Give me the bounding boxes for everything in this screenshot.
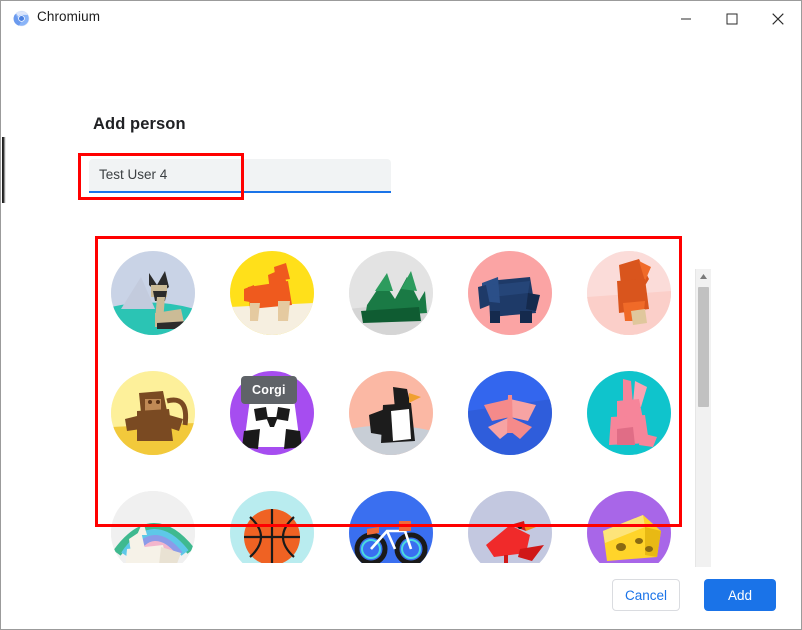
input-focus-underline: [89, 191, 391, 193]
page-title: Add person: [93, 115, 186, 133]
avatar-image-corgi: [229, 251, 314, 335]
avatar-option[interactable]: [212, 353, 331, 473]
person-name-value: Test User 4: [99, 167, 168, 182]
avatar-option[interactable]: [451, 353, 570, 473]
avatar-option[interactable]: [451, 473, 570, 563]
close-icon: [772, 12, 784, 25]
person-name-input[interactable]: Test User 4: [89, 159, 391, 191]
avatar-image-monkey: [110, 371, 195, 455]
chromium-window: Chromium Add person Test User 4 Corgi Ca…: [0, 0, 802, 630]
avatar-image-bird: [468, 491, 553, 563]
maximize-button[interactable]: [709, 1, 755, 36]
avatar-image-dragon: [348, 251, 433, 335]
minimize-button[interactable]: [663, 1, 709, 36]
avatar-grid-viewport[interactable]: [93, 233, 689, 563]
avatar-image-fox: [587, 251, 672, 335]
avatar-image-unicorn: [110, 491, 195, 563]
avatar-option[interactable]: [331, 233, 450, 353]
avatar-option[interactable]: [451, 233, 570, 353]
cancel-button[interactable]: Cancel: [612, 579, 680, 611]
chromium-logo-icon: [13, 10, 30, 27]
avatar-image-penguin: [348, 371, 433, 455]
avatar-option[interactable]: [212, 233, 331, 353]
avatar-option[interactable]: [212, 473, 331, 563]
avatar-option[interactable]: [93, 353, 212, 473]
avatar-option[interactable]: [93, 233, 212, 353]
avatar-image-bicycle: [348, 491, 433, 563]
add-button[interactable]: Add: [704, 579, 776, 611]
avatar-option[interactable]: [331, 473, 450, 563]
avatar-image-basketball: [229, 491, 314, 563]
window-edge-artifact: [2, 137, 6, 203]
avatar-option[interactable]: [93, 473, 212, 563]
scroll-up-arrow-icon[interactable]: [696, 269, 711, 284]
avatar-image-rabbit: [587, 371, 672, 455]
title-bar: Chromium: [1, 1, 801, 38]
window-title: Chromium: [37, 9, 101, 24]
add-person-dialog: Add person Test User 4 Corgi Cancel Add: [1, 37, 801, 629]
avatar-image-cat: [110, 251, 195, 335]
avatar-option[interactable]: [331, 353, 450, 473]
avatar-option[interactable]: [570, 473, 689, 563]
dialog-footer: Cancel Add: [1, 567, 801, 629]
avatar-image-butterfly: [468, 371, 553, 455]
scrollbar-thumb[interactable]: [698, 287, 709, 407]
close-button[interactable]: [755, 1, 801, 36]
avatar-grid: [93, 233, 689, 563]
avatar-tooltip: Corgi: [241, 376, 297, 404]
avatar-option[interactable]: [570, 233, 689, 353]
avatar-image-elephant: [468, 251, 553, 335]
avatar-option[interactable]: [570, 353, 689, 473]
avatar-grid-scrollbar[interactable]: [695, 269, 711, 587]
avatar-image-cheese: [587, 491, 672, 563]
maximize-icon: [726, 13, 738, 24]
minimize-icon: [681, 18, 691, 19]
